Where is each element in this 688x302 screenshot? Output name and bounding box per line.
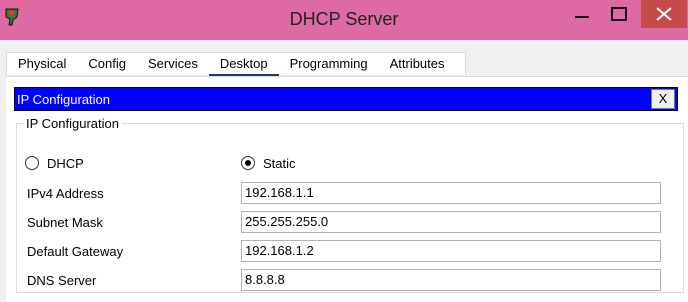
tab-desktop[interactable]: Desktop [208, 53, 279, 77]
static-radio-label: Static [263, 155, 296, 171]
minimize-button[interactable] [567, 3, 597, 25]
dhcp-radio-label: DHCP [47, 155, 84, 171]
ip-config-group: IP Configuration DHCP Static IPv4 Addres… [16, 116, 684, 293]
title-bar: DHCP Server [0, 0, 688, 40]
dhcp-radio-option[interactable]: DHCP [25, 154, 84, 172]
ip-config-group-title: IP Configuration [23, 116, 122, 131]
maximize-button[interactable] [600, 3, 638, 25]
ip-config-header-title: IP Configuration [17, 92, 110, 107]
ipv4-address-label: IPv4 Address [27, 186, 104, 201]
ip-config-header: IP Configuration X [14, 87, 678, 111]
tab-physical[interactable]: Physical [7, 53, 77, 75]
static-radio[interactable] [241, 156, 255, 170]
default-gateway-label: Default Gateway [27, 244, 124, 259]
tab-services[interactable]: Services [137, 53, 209, 75]
static-radio-option[interactable]: Static [241, 154, 296, 172]
desktop-panel: IP Configuration X IP Configuration DHCP… [6, 76, 688, 302]
close-window-button[interactable] [641, 0, 687, 28]
tab-programming[interactable]: Programming [279, 53, 379, 75]
dns-server-input[interactable]: 8.8.8.8 [241, 269, 661, 291]
tab-config[interactable]: Config [77, 53, 137, 75]
ipv4-address-input[interactable]: 192.168.1.1 [241, 182, 661, 204]
default-gateway-input[interactable]: 192.168.1.2 [241, 240, 661, 262]
window-client: Physical Config Services Desktop Program… [0, 40, 688, 302]
subnet-mask-input[interactable]: 255.255.255.0 [241, 211, 661, 233]
tab-attributes[interactable]: Attributes [379, 53, 456, 75]
dhcp-radio[interactable] [25, 156, 39, 170]
ip-config-close-button[interactable]: X [651, 89, 675, 109]
subnet-mask-label: Subnet Mask [27, 215, 103, 230]
tab-bar: Physical Config Services Desktop Program… [6, 52, 466, 77]
dns-server-label: DNS Server [27, 273, 97, 288]
